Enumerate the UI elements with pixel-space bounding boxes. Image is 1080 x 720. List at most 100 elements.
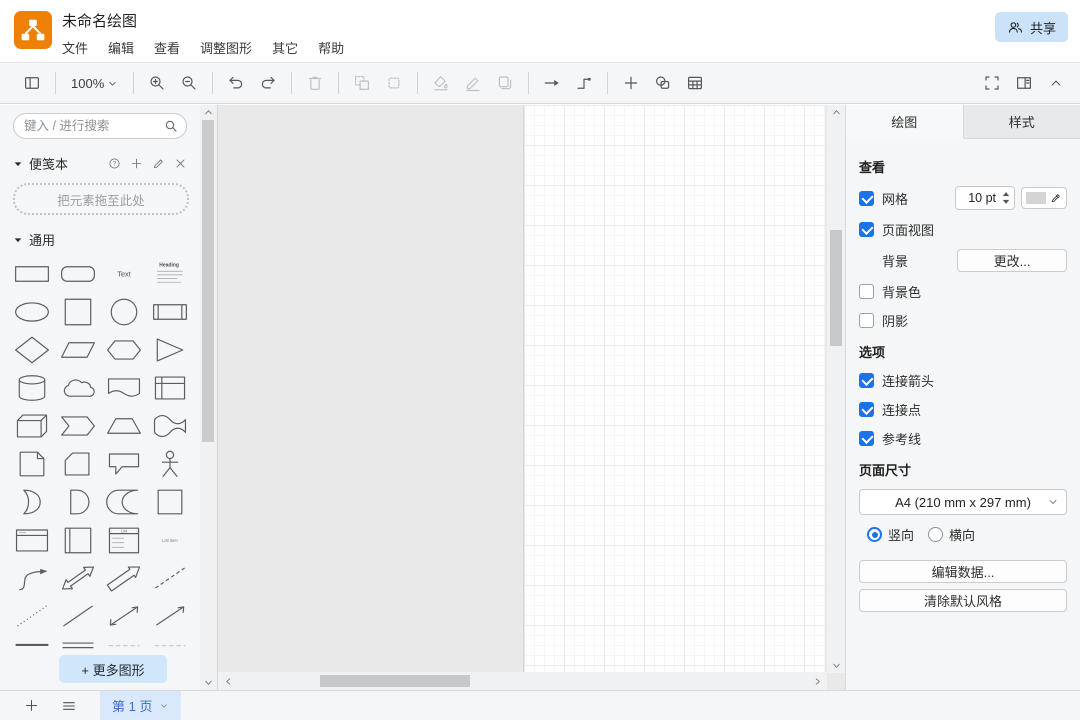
page-view-checkbox[interactable] [859, 222, 874, 237]
to-back-button[interactable] [378, 68, 410, 98]
vertical-scrollbar-thumb[interactable] [830, 230, 842, 346]
option-checkbox-2[interactable] [859, 402, 874, 417]
format-panel-button[interactable] [1008, 68, 1040, 98]
zoom-in-button[interactable] [141, 68, 173, 98]
fill-color-button[interactable] [425, 68, 457, 98]
shape-rectangle[interactable] [9, 259, 55, 289]
grid-color-button[interactable] [1021, 187, 1067, 209]
shape-tape[interactable] [147, 411, 193, 441]
close-icon[interactable] [174, 157, 187, 170]
shape-callout[interactable] [101, 449, 147, 479]
insert-shape-button[interactable] [647, 68, 679, 98]
shape-search-input[interactable] [13, 113, 187, 139]
spinner-up-icon[interactable] [1002, 192, 1010, 197]
shape-labeled-link[interactable] [147, 639, 193, 649]
shape-dotted-line[interactable] [9, 601, 55, 631]
menu-item-1[interactable]: 文件 [62, 38, 88, 57]
portrait-option[interactable]: 竖向 [867, 525, 914, 544]
landscape-radio[interactable] [928, 527, 943, 542]
shape-diamond[interactable] [9, 335, 55, 365]
scratchpad-dropzone[interactable]: 把元素拖至此处 [13, 183, 189, 215]
shape-trapezoid[interactable] [101, 411, 147, 441]
shape-dashed-link[interactable] [101, 639, 147, 649]
shape-and[interactable] [55, 487, 101, 517]
sidebar-scrollbar-thumb[interactable] [202, 120, 214, 442]
menu-item-6[interactable]: 帮助 [318, 38, 344, 57]
to-front-button[interactable] [346, 68, 378, 98]
shape-step[interactable] [55, 411, 101, 441]
scroll-up-icon[interactable] [200, 105, 217, 120]
undo-button[interactable] [220, 68, 252, 98]
add-page-button[interactable] [14, 691, 48, 720]
edit-pencil-icon[interactable] [152, 157, 165, 170]
shape-horizontal-line[interactable] [9, 639, 55, 649]
zoom-level-dropdown[interactable]: 100% [63, 76, 126, 91]
shape-circle[interactable] [101, 297, 147, 327]
change-background-button[interactable]: 更改... [957, 249, 1067, 272]
menu-item-2[interactable]: 编辑 [108, 38, 134, 57]
line-color-button[interactable] [457, 68, 489, 98]
help-icon[interactable]: ? [108, 157, 121, 170]
shape-cube[interactable] [9, 411, 55, 441]
scroll-up-icon[interactable] [827, 105, 845, 120]
sidebar-scrollbar[interactable] [200, 105, 217, 690]
shape-square[interactable] [55, 297, 101, 327]
insert-plus-button[interactable] [615, 68, 647, 98]
shape-hexagon[interactable] [101, 335, 147, 365]
scroll-down-icon[interactable] [827, 658, 845, 673]
shape-data-storage[interactable] [101, 487, 147, 517]
spinner-down-icon[interactable] [1002, 199, 1010, 204]
shape-internal-storage[interactable] [147, 373, 193, 403]
waypoint-arrow-button[interactable] [536, 68, 568, 98]
scroll-left-icon[interactable] [220, 672, 236, 690]
drawing-page[interactable] [523, 105, 825, 673]
shape-or[interactable] [9, 487, 55, 517]
shadow-checkbox[interactable] [859, 313, 874, 328]
shape-horizontal-container[interactable] [9, 525, 55, 555]
insert-table-button[interactable] [679, 68, 711, 98]
scroll-right-icon[interactable] [809, 672, 825, 690]
clear-default-style-button[interactable]: 清除默认风格 [859, 589, 1067, 612]
canvas[interactable] [218, 105, 845, 690]
page-tab[interactable]: 第 1 页 [100, 691, 181, 720]
shape-process[interactable] [147, 297, 193, 327]
shape-actor[interactable] [147, 449, 193, 479]
option-checkbox-3[interactable] [859, 431, 874, 446]
connector-button[interactable] [568, 68, 600, 98]
tab-diagram[interactable]: 绘图 [846, 105, 964, 138]
shape-card[interactable] [55, 449, 101, 479]
zoom-out-button[interactable] [173, 68, 205, 98]
redo-button[interactable] [252, 68, 284, 98]
shape-cylinder[interactable] [9, 373, 55, 403]
shape-list-item[interactable]: List Item [147, 525, 193, 555]
shape-line[interactable] [55, 601, 101, 631]
horizontal-scrollbar-thumb[interactable] [320, 675, 470, 687]
menu-item-4[interactable]: 调整图形 [200, 38, 252, 57]
caret-down-icon[interactable] [13, 235, 23, 245]
shape-arrow[interactable] [101, 563, 147, 593]
portrait-radio[interactable] [867, 527, 882, 542]
shape-triangle[interactable] [147, 335, 193, 365]
shape-document[interactable] [101, 373, 147, 403]
scroll-down-icon[interactable] [200, 675, 217, 690]
vertical-scrollbar[interactable] [827, 105, 845, 673]
shape-parallelogram[interactable] [55, 335, 101, 365]
shape-bidirectional-arrow[interactable] [55, 563, 101, 593]
shape-bidirectional-connector[interactable] [101, 601, 147, 631]
shape-dashed-line[interactable] [147, 563, 193, 593]
pages-menu-button[interactable] [52, 691, 86, 720]
shape-directional-connector[interactable] [147, 601, 193, 631]
fullscreen-button[interactable] [976, 68, 1008, 98]
grid-size-input[interactable] [956, 191, 999, 205]
share-button[interactable]: 共享 [995, 12, 1068, 42]
shape-cloud[interactable] [55, 373, 101, 403]
menu-item-3[interactable]: 查看 [154, 38, 180, 57]
horizontal-scrollbar[interactable] [218, 672, 827, 690]
shape-text[interactable]: Text [101, 259, 147, 289]
tab-style[interactable]: 样式 [964, 105, 1080, 138]
add-icon[interactable] [130, 157, 143, 170]
shape-container[interactable] [147, 487, 193, 517]
background-color-checkbox[interactable] [859, 284, 874, 299]
landscape-option[interactable]: 横向 [928, 525, 975, 544]
delete-button[interactable] [299, 68, 331, 98]
